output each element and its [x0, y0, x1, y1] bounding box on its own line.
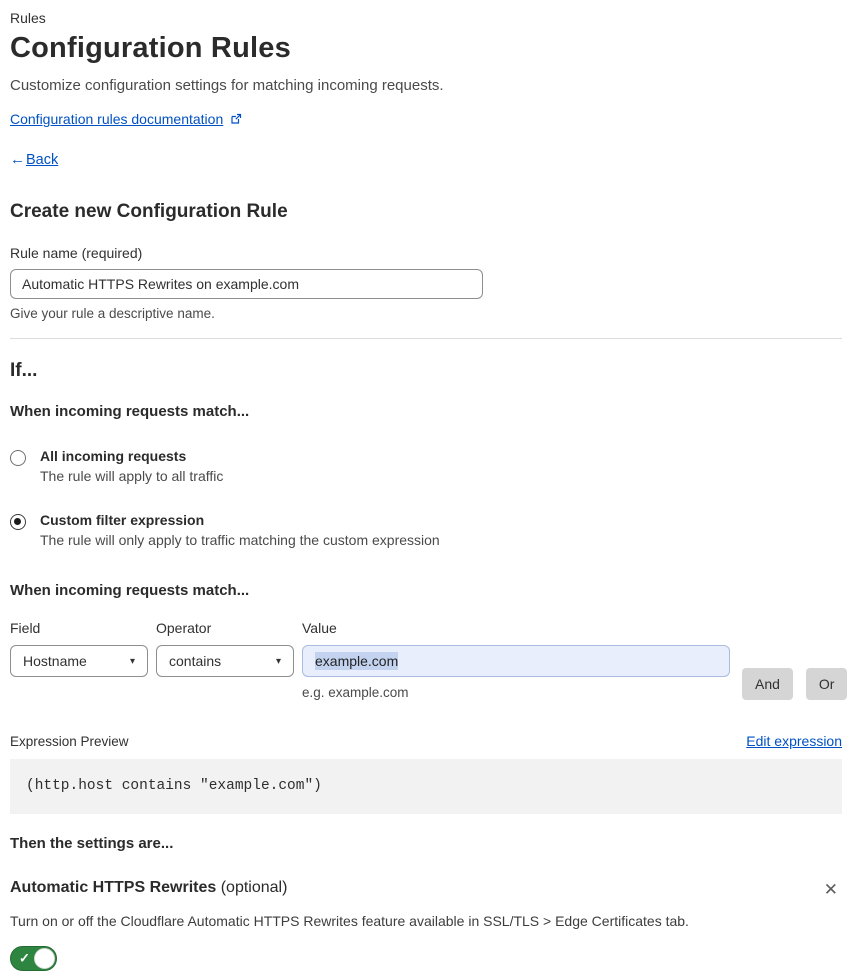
radio-custom-description: The rule will only apply to traffic matc… — [40, 532, 440, 548]
breadcrumb: Rules — [10, 10, 46, 26]
value-input-text: example.com — [315, 652, 399, 670]
radio-all-incoming-requests[interactable]: All incoming requests The rule will appl… — [10, 448, 842, 484]
operator-label: Operator — [156, 620, 212, 636]
expression-builder: When incoming requests match... Field Ho… — [10, 582, 848, 700]
expression-code-block: (http.host contains "example.com") — [10, 759, 842, 814]
radio-all-label: All incoming requests — [40, 448, 187, 464]
builder-heading: When incoming requests match... — [10, 582, 250, 599]
field-select[interactable]: Hostname ▾ — [10, 645, 148, 677]
match-type-heading: When incoming requests match... — [10, 403, 250, 420]
back-link[interactable]: Back — [26, 152, 58, 168]
radio-selected-icon[interactable] — [10, 514, 26, 530]
operator-select[interactable]: contains ▾ — [156, 645, 294, 677]
field-column: Field Hostname ▾ — [10, 599, 148, 677]
if-heading: If... — [10, 360, 38, 381]
then-settings-heading: Then the settings are... — [10, 835, 174, 852]
value-input[interactable]: example.com — [302, 645, 730, 677]
check-icon: ✓ — [19, 950, 30, 966]
field-label: Field — [10, 620, 41, 636]
page-subtitle: Customize configuration settings for mat… — [10, 77, 444, 94]
automatic-https-rewrites-toggle[interactable]: ✓ — [10, 946, 57, 971]
connector-buttons: And Or — [742, 668, 848, 700]
value-column: Value example.com e.g. example.com — [302, 599, 730, 700]
value-label: Value — [302, 620, 337, 636]
page-title: Configuration Rules — [10, 32, 291, 64]
rule-name-label: Rule name (required) — [10, 245, 143, 261]
edit-expression-link[interactable]: Edit expression — [746, 733, 842, 749]
radio-custom-filter-expression[interactable]: Custom filter expression The rule will o… — [10, 512, 842, 548]
or-button[interactable]: Or — [805, 668, 848, 700]
section-divider — [10, 338, 842, 339]
rule-name-helper: Give your rule a descriptive name. — [10, 306, 215, 321]
expression-preview-label: Expression Preview — [10, 734, 129, 749]
documentation-link[interactable]: Configuration rules documentation — [10, 111, 223, 127]
radio-unselected-icon[interactable] — [10, 450, 26, 466]
radio-custom-label: Custom filter expression — [40, 512, 205, 528]
chevron-down-icon: ▾ — [129, 655, 135, 667]
and-button[interactable]: And — [742, 668, 793, 700]
field-select-value: Hostname — [23, 653, 87, 669]
value-helper: e.g. example.com — [302, 685, 409, 700]
operator-column: Operator contains ▾ — [156, 599, 294, 677]
operator-select-value: contains — [169, 653, 222, 669]
rule-name-input[interactable] — [10, 269, 483, 299]
configuration-rules-page: Rules Configuration Rules Customize conf… — [0, 0, 852, 976]
chevron-down-icon: ▾ — [275, 655, 281, 667]
setting-optional-tag: (optional) — [220, 879, 288, 896]
radio-all-description: The rule will apply to all traffic — [40, 468, 224, 484]
back-arrow-icon: ← — [10, 151, 25, 168]
setting-description: Turn on or off the Cloudflare Automatic … — [10, 913, 689, 929]
setting-title: Automatic HTTPS Rewrites (optional) — [10, 879, 287, 897]
create-rule-heading: Create new Configuration Rule — [10, 201, 288, 222]
external-link-icon — [230, 112, 242, 128]
setting-title-name: Automatic HTTPS Rewrites — [10, 879, 217, 896]
toggle-knob[interactable] — [34, 948, 55, 969]
close-icon[interactable]: ✕ — [820, 879, 842, 900]
